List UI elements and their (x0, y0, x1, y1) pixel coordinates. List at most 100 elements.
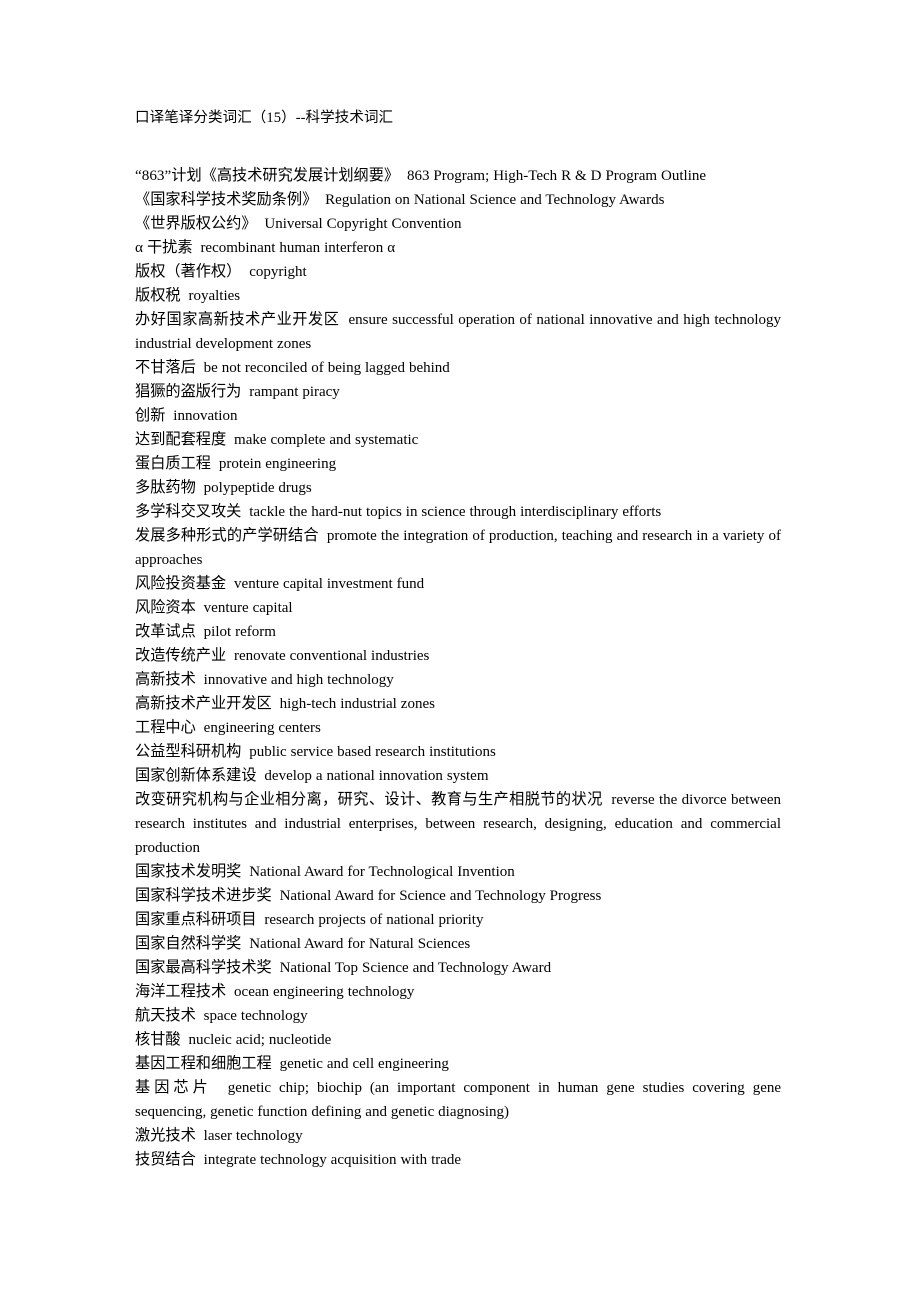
glossary-entry: 改变研究机构与企业相分离，研究、设计、教育与生产相脱节的状况 reverse t… (135, 788, 781, 860)
entry-gloss: ocean engineering technology (234, 984, 415, 1000)
glossary-entry: 创新 innovation (135, 404, 781, 428)
glossary-entry: 基因工程和细胞工程 genetic and cell engineering (135, 1052, 781, 1076)
glossary-entry: 猖獗的盗版行为 rampant piracy (135, 380, 781, 404)
entry-term: 《国家科学技术奖励条例》 (135, 191, 318, 208)
entry-term: 技贸结合 (135, 1151, 196, 1168)
entry-term: 改革试点 (135, 623, 196, 640)
entry-separator (196, 360, 204, 376)
entry-gloss: public service based research institutio… (249, 744, 496, 760)
glossary-entry: 达到配套程度 make complete and systematic (135, 428, 781, 452)
glossary-entry: 国家科学技术进步奖 National Award for Science and… (135, 884, 781, 908)
entry-term: 办好国家高新技术产业开发区 (135, 311, 340, 328)
glossary-entry: 航天技术 space technology (135, 1004, 781, 1028)
glossary-entry: 海洋工程技术 ocean engineering technology (135, 980, 781, 1004)
entry-term: 高新技术产业开发区 (135, 695, 272, 712)
entry-term: 海洋工程技术 (135, 983, 227, 1000)
entry-term: 基因芯片 (135, 1079, 212, 1096)
entry-gloss: 863 Program; High-Tech R & D Program Out… (406, 168, 707, 184)
entry-gloss: laser technology (203, 1128, 303, 1144)
glossary-entry: 改革试点 pilot reform (135, 620, 781, 644)
entry-term: 风险资本 (135, 599, 196, 616)
entry-separator (196, 1152, 204, 1168)
glossary-entry: 技贸结合 integrate technology acquisition wi… (135, 1148, 781, 1172)
entry-term: “863”计划《高技术研究发展计划纲要》 (135, 167, 400, 184)
glossary-entry: 风险投资基金 venture capital investment fund (135, 572, 781, 596)
glossary-entry: 改造传统产业 renovate conventional industries (135, 644, 781, 668)
entry-term: 基因工程和细胞工程 (135, 1055, 272, 1072)
entry-gloss: venture capital investment fund (234, 576, 425, 592)
glossary-entry: 国家最高科学技术奖 National Top Science and Techn… (135, 956, 781, 980)
entry-term: 改变研究机构与企业相分离，研究、设计、教育与生产相脱节的状况 (135, 791, 603, 808)
entry-term: 国家科学技术进步奖 (135, 887, 272, 904)
entry-gloss: make complete and systematic (234, 432, 419, 448)
glossary-entry: 国家创新体系建设 develop a national innovation s… (135, 764, 781, 788)
entry-separator (226, 432, 234, 448)
entry-term: 核甘酸 (135, 1031, 181, 1048)
entry-separator (196, 672, 204, 688)
glossary-entry: 版权税 royalties (135, 284, 781, 308)
entry-term: 国家重点科研项目 (135, 911, 257, 928)
entry-separator (226, 984, 234, 1000)
entry-gloss: develop a national innovation system (264, 768, 489, 784)
entry-separator (196, 600, 204, 616)
glossary-entry: “863”计划《高技术研究发展计划纲要》 863 Program; High-T… (135, 164, 781, 188)
entry-term: 版权税 (135, 287, 181, 304)
entry-gloss: Universal Copyright Convention (264, 216, 462, 232)
entry-term: 国家最高科学技术奖 (135, 959, 272, 976)
entry-term: 多肽药物 (135, 479, 196, 496)
entry-separator (272, 696, 280, 712)
entry-term: 公益型科研机构 (135, 743, 242, 760)
entry-separator (319, 528, 327, 544)
entry-separator (399, 168, 407, 184)
entry-term: 猖獗的盗版行为 (135, 383, 242, 400)
entry-gloss: space technology (203, 1008, 308, 1024)
entry-separator (196, 624, 204, 640)
glossary-entry: 蛋白质工程 protein engineering (135, 452, 781, 476)
entry-separator (211, 456, 219, 472)
title-spacer (135, 128, 781, 164)
entry-term: 风险投资基金 (135, 575, 227, 592)
entry-term: 创新 (135, 407, 166, 424)
entry-separator (226, 576, 234, 592)
entry-gloss: integrate technology acquisition with tr… (203, 1152, 462, 1168)
glossary-entry: 高新技术 innovative and high technology (135, 668, 781, 692)
entry-gloss: tackle the hard-nut topics in science th… (249, 504, 662, 520)
glossary-entry: 《世界版权公约》 Universal Copyright Convention (135, 212, 781, 236)
entry-gloss: high-tech industrial zones (279, 696, 435, 712)
entry-gloss: renovate conventional industries (234, 648, 430, 664)
entry-term: 发展多种形式的产学研结合 (135, 527, 319, 544)
glossary-entry: 核甘酸 nucleic acid; nucleotide (135, 1028, 781, 1052)
entry-term: α 干扰素 (135, 239, 193, 256)
entry-separator (196, 1128, 204, 1144)
entry-term: 激光技术 (135, 1127, 196, 1144)
entry-gloss: pilot reform (203, 624, 276, 640)
entry-gloss: research projects of national priority (264, 912, 484, 928)
entry-separator (272, 888, 280, 904)
glossary-list: “863”计划《高技术研究发展计划纲要》 863 Program; High-T… (135, 164, 781, 1172)
glossary-entry: 《国家科学技术奖励条例》 Regulation on National Scie… (135, 188, 781, 212)
entry-separator (196, 720, 204, 736)
glossary-entry: 基因芯片 genetic chip; biochip (an important… (135, 1076, 781, 1124)
entry-gloss: innovative and high technology (203, 672, 394, 688)
entry-term: 蛋白质工程 (135, 455, 211, 472)
entry-gloss: be not reconciled of being lagged behind (203, 360, 450, 376)
entry-term: 不甘落后 (135, 359, 196, 376)
entry-separator (212, 1080, 228, 1096)
entry-term: 版权（著作权） (135, 263, 242, 280)
glossary-entry: 不甘落后 be not reconciled of being lagged b… (135, 356, 781, 380)
entry-gloss: genetic and cell engineering (279, 1056, 449, 1072)
entry-gloss: rampant piracy (249, 384, 340, 400)
document-body: 口译笔译分类词汇（15）--科学技术词汇 “863”计划《高技术研究发展计划纲要… (135, 108, 781, 1172)
glossary-entry: 风险资本 venture capital (135, 596, 781, 620)
entry-separator (317, 192, 325, 208)
glossary-entry: 公益型科研机构 public service based research in… (135, 740, 781, 764)
entry-term: 航天技术 (135, 1007, 196, 1024)
entry-separator (272, 1056, 280, 1072)
page-title: 口译笔译分类词汇（15）--科学技术词汇 (135, 110, 394, 126)
entry-gloss: National Award for Technological Inventi… (249, 864, 515, 880)
entry-term: 多学科交叉攻关 (135, 503, 242, 520)
glossary-entry: 发展多种形式的产学研结合 promote the integration of … (135, 524, 781, 572)
entry-gloss: protein engineering (218, 456, 337, 472)
entry-term: 高新技术 (135, 671, 196, 688)
entry-separator (272, 960, 280, 976)
